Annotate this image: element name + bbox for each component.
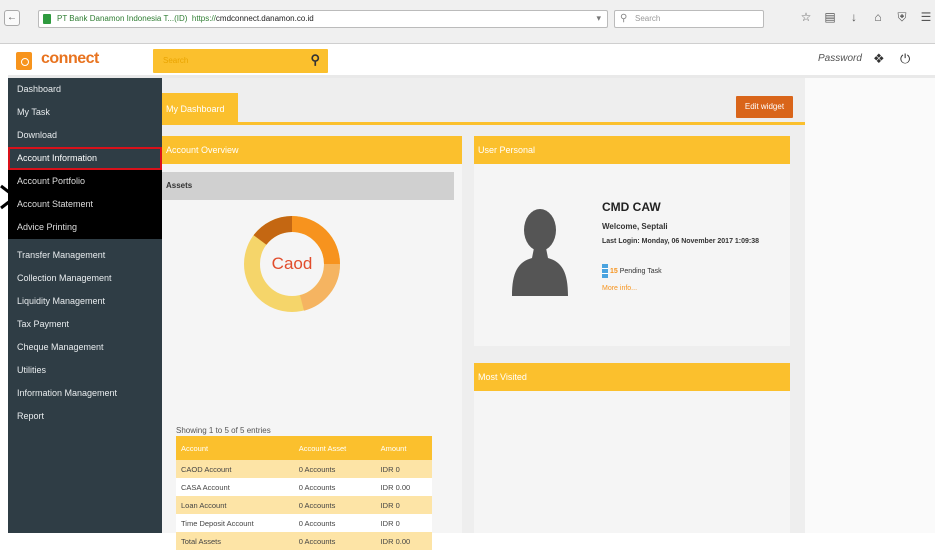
sidebar-item-account-portfolio[interactable]: Account Portfolio bbox=[8, 170, 162, 193]
account-cell: Total Assets bbox=[176, 532, 294, 550]
assets-header: Assets bbox=[162, 172, 454, 200]
account-cell: CAOD Account bbox=[176, 460, 294, 478]
lock-icon bbox=[43, 14, 51, 24]
user-name: CMD CAW bbox=[602, 200, 661, 214]
clipboard-icon[interactable]: ▤ bbox=[824, 10, 836, 24]
account-cell: Time Deposit Account bbox=[176, 514, 294, 532]
pending-count: 15 bbox=[610, 267, 618, 275]
column-header[interactable]: Account Asset bbox=[293, 436, 376, 460]
amount-cell: IDR 0 bbox=[375, 460, 432, 478]
address-text: PT Bank Danamon Indonesia T...(ID) https… bbox=[57, 14, 314, 23]
browser-search[interactable]: ⚲ Search bbox=[614, 10, 764, 28]
sidebar-item-information-management[interactable]: Information Management bbox=[8, 382, 162, 405]
sidebar-item-utilities[interactable]: Utilities bbox=[8, 359, 162, 382]
table-row: Loan Account 0 Accounts IDR 0 bbox=[176, 496, 432, 514]
account-cell: CASA Account bbox=[176, 478, 294, 496]
sidebar-item-transfer-management[interactable]: Transfer Management bbox=[8, 244, 162, 267]
column-header[interactable]: Amount bbox=[375, 436, 432, 460]
shield-icon[interactable]: ⛨ bbox=[896, 10, 908, 24]
download-icon[interactable]: ↓ bbox=[848, 10, 860, 24]
account-overview-panel: Account Overview Assets Caod Showing 1 t… bbox=[162, 136, 462, 550]
sidebar-item-liquidity-management[interactable]: Liquidity Management bbox=[8, 290, 162, 313]
most-visited-title: Most Visited bbox=[474, 363, 790, 391]
table-row: CAOD Account 0 Accounts IDR 0 bbox=[176, 460, 432, 478]
browser-toolbar-icons: ☆ ▤ ↓ ⌂ ⛨ ☰ bbox=[800, 10, 932, 24]
browser-nav: ← bbox=[4, 10, 20, 26]
edit-widget-button[interactable]: Edit widget bbox=[736, 96, 793, 118]
app-search-input[interactable]: Search ⚲ bbox=[153, 49, 328, 73]
asset-cell: 0 Accounts bbox=[293, 514, 376, 532]
welcome-text: Welcome, Septali bbox=[602, 222, 668, 231]
table-row: Total Assets 0 Accounts IDR 0.00 bbox=[176, 532, 432, 550]
home-icon[interactable]: ⌂ bbox=[872, 10, 884, 24]
table-row: Time Deposit Account 0 Accounts IDR 0 bbox=[176, 514, 432, 532]
search-icon[interactable]: ⚲ bbox=[310, 52, 320, 68]
app-logo-icon[interactable] bbox=[16, 52, 32, 70]
pending-label: Pending Task bbox=[619, 267, 662, 275]
sidebar-item-download[interactable]: Download bbox=[8, 124, 162, 147]
back-icon[interactable]: ← bbox=[4, 10, 20, 26]
table-row: CASA Account 0 Accounts IDR 0.00 bbox=[176, 478, 432, 496]
amount-cell: IDR 0.00 bbox=[375, 532, 432, 550]
asset-cell: 0 Accounts bbox=[293, 460, 376, 478]
help-icon[interactable]: ❖ bbox=[873, 51, 885, 67]
sidebar-item-collection-management[interactable]: Collection Management bbox=[8, 267, 162, 290]
account-cell: Loan Account bbox=[176, 496, 294, 514]
sidebar-item-my-task[interactable]: My Task bbox=[8, 101, 162, 124]
sidebar-item-dashboard[interactable]: Dashboard bbox=[8, 78, 162, 101]
menu-icon[interactable]: ☰ bbox=[920, 10, 932, 24]
sidebar-item-account-information[interactable]: Account Information bbox=[8, 147, 162, 170]
browser-toolbar: ← PT Bank Danamon Indonesia T...(ID) htt… bbox=[0, 0, 935, 44]
sidebar-item-account-statement[interactable]: Account Statement bbox=[8, 193, 162, 216]
account-overview-title: Account Overview bbox=[162, 136, 462, 164]
power-icon[interactable]: ⏻ bbox=[900, 51, 910, 67]
sidebar-item-cheque-management[interactable]: Cheque Management bbox=[8, 336, 162, 359]
pending-task[interactable]: 15 Pending Task bbox=[602, 264, 662, 278]
table-header-row: Account Account Asset Amount bbox=[176, 436, 432, 460]
assets-donut-chart: Caod bbox=[242, 214, 342, 314]
sidebar-item-advice-printing[interactable]: Advice Printing bbox=[8, 216, 162, 239]
app-logo[interactable]: connect bbox=[41, 50, 99, 68]
right-empty-area bbox=[805, 78, 935, 533]
main-content: My Dashboard Edit widget Account Overvie… bbox=[162, 78, 805, 550]
tab-my-dashboard[interactable]: My Dashboard bbox=[162, 93, 238, 125]
asset-cell: 0 Accounts bbox=[293, 478, 376, 496]
column-header[interactable]: Account bbox=[176, 436, 294, 460]
asset-cell: 0 Accounts bbox=[293, 532, 376, 550]
user-personal-panel: User Personal CMD CAW Welcome, Septali L… bbox=[474, 136, 790, 346]
pointer-arrow-icon bbox=[0, 184, 15, 210]
entries-info: Showing 1 to 5 of 5 entries bbox=[176, 426, 271, 435]
amount-cell: IDR 0 bbox=[375, 496, 432, 514]
last-login-text: Last Login: Monday, 06 November 2017 1:0… bbox=[602, 238, 760, 245]
dropdown-icon[interactable]: ▾ bbox=[596, 13, 601, 24]
app-header: connect Search ⚲ Password ❖ ⏻ bbox=[8, 44, 935, 78]
address-bar[interactable]: PT Bank Danamon Indonesia T...(ID) https… bbox=[38, 10, 608, 28]
sidebar: Dashboard My Task Download Account Infor… bbox=[8, 78, 162, 533]
dashboard-tabbar: My Dashboard Edit widget bbox=[162, 93, 805, 125]
star-icon[interactable]: ☆ bbox=[800, 10, 812, 24]
amount-cell: IDR 0 bbox=[375, 514, 432, 532]
asset-cell: 0 Accounts bbox=[293, 496, 376, 514]
amount-cell: IDR 0.00 bbox=[375, 478, 432, 496]
avatar bbox=[512, 209, 568, 296]
most-visited-panel: Most Visited bbox=[474, 363, 790, 533]
search-icon: ⚲ bbox=[620, 13, 628, 24]
user-link[interactable]: Password bbox=[818, 53, 862, 64]
task-list-icon bbox=[602, 264, 608, 278]
sidebar-item-tax-payment[interactable]: Tax Payment bbox=[8, 313, 162, 336]
user-personal-title: User Personal bbox=[474, 136, 790, 164]
sidebar-item-report[interactable]: Report bbox=[8, 405, 162, 428]
more-info-link[interactable]: More info... bbox=[602, 285, 637, 292]
donut-label: Caod bbox=[271, 254, 313, 273]
